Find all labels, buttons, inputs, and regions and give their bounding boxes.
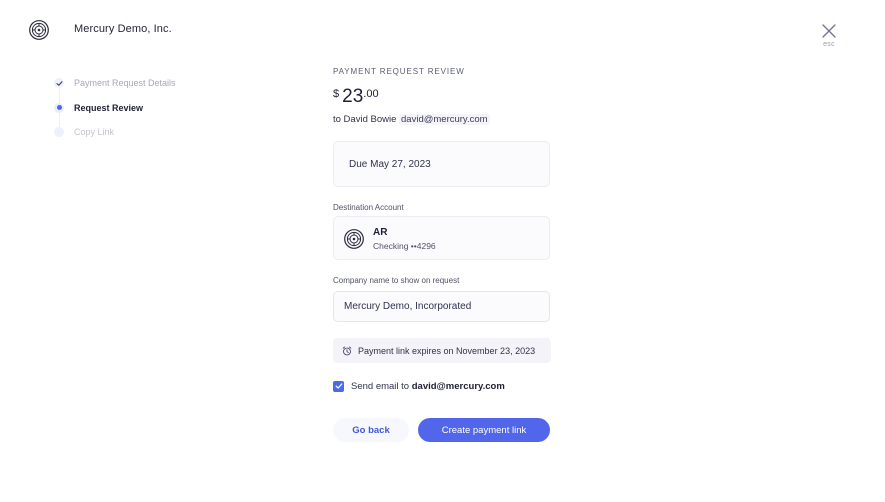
destination-label: Destination Account [333,203,404,212]
destination-account-card: AR Checking ••4296 [333,216,550,260]
section-title: PAYMENT REQUEST REVIEW [333,67,465,76]
send-email-checkbox[interactable] [333,380,344,392]
company-field-label: Company name to show on request [333,276,460,285]
account-name: AR [373,227,388,238]
amount: $23.00 [333,86,379,108]
due-date-card: Due May 27, 2023 [333,141,550,187]
check-icon [55,80,63,86]
expiry-text: Payment link expires on November 23, 202… [358,345,536,356]
go-back-button[interactable]: Go back [333,418,409,442]
due-date: Due May 27, 2023 [349,159,431,170]
esc-label: esc [823,41,835,48]
mercury-logo-icon [29,20,49,40]
step-done-marker [54,78,64,88]
account-number: Checking ••4296 [373,241,436,251]
step-label: Payment Request Details [74,78,176,88]
account-logo-icon [344,229,364,249]
recipient-name: to David Bowie [333,114,397,125]
close-button[interactable]: esc [818,23,840,53]
create-payment-link-button[interactable]: Create payment link [418,418,550,442]
step-label: Copy Link [74,127,115,137]
checkmark-icon [335,383,342,389]
send-email-prefix: Send email to [351,380,410,392]
recipient: to David Bowie david@mercury.com [333,114,490,125]
amount-whole: 23 [342,86,364,107]
company-name: Mercury Demo, Inc. [74,23,172,35]
currency-symbol: $ [333,88,340,100]
send-email-address: david@mercury.com [411,380,505,392]
expiry-notice: Payment link expires on November 23, 202… [333,338,551,363]
step-pending-marker [54,127,64,137]
send-email-label: Send email to david@mercury.com [351,381,505,392]
close-icon [822,24,836,38]
company-name-input[interactable] [333,291,550,322]
step-current-marker [54,102,64,113]
recipient-email: david@mercury.com [399,114,490,125]
amount-cents: .00 [363,88,379,100]
step-label: Request Review [74,102,144,113]
alarm-clock-icon [342,346,352,355]
send-email-option[interactable]: Send email to david@mercury.com [333,379,505,393]
